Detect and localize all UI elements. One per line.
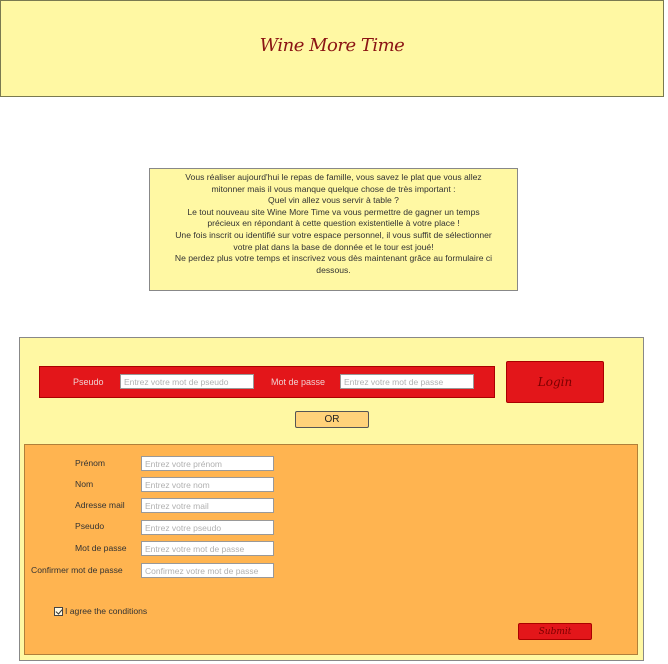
intro-line: Vous réaliser aujourd'hui le repas de fa… xyxy=(185,172,482,182)
pseudo-label: Pseudo xyxy=(75,521,105,531)
intro-line: Une fois inscrit ou identifié sur votre … xyxy=(175,229,492,240)
signup-form: Prénom Nom Adresse mail Pseudo Mot de pa… xyxy=(24,444,638,655)
site-header: Wine More Time xyxy=(0,0,664,97)
firstname-label: Prénom xyxy=(75,458,106,468)
login-password-input[interactable] xyxy=(340,374,474,389)
or-button[interactable]: OR xyxy=(295,411,369,428)
lastname-field[interactable] xyxy=(141,477,274,492)
login-bar: Pseudo Mot de passe xyxy=(39,366,495,398)
firstname-field[interactable] xyxy=(141,456,274,471)
email-field[interactable] xyxy=(141,498,274,513)
intro-line: Ne perdez plus votre temps et inscrivez … xyxy=(174,253,493,264)
intro-line: Quel vin allez vous servir à table ? xyxy=(268,195,399,206)
site-title: Wine More Time xyxy=(259,35,405,56)
password-label: Mot de passe xyxy=(75,543,127,553)
password-field[interactable] xyxy=(141,541,274,556)
intro-line: mitonner mais il vous manque quelque cho… xyxy=(211,183,456,194)
login-pseudo-label: Pseudo xyxy=(73,377,104,387)
intro-line: précieux en répondant à cette question e… xyxy=(207,218,460,229)
login-password-label: Mot de passe xyxy=(271,377,326,387)
intro-line: votre plat dans la base de donnée et le … xyxy=(233,241,434,252)
confirm-password-field[interactable] xyxy=(141,563,274,578)
intro-line: Le tout nouveau site Wine More Time va v… xyxy=(187,206,480,217)
submit-button[interactable]: Submit xyxy=(518,623,592,640)
agree-checkbox[interactable] xyxy=(54,606,63,616)
confirm-password-label: Confirmer mot de passe xyxy=(31,565,123,575)
intro-text-box: Vous réaliser aujourd'hui le repas de fa… xyxy=(149,168,518,291)
agree-conditions[interactable]: I agree the conditions xyxy=(54,606,147,616)
email-label: Adresse mail xyxy=(75,500,125,510)
login-pseudo-input[interactable] xyxy=(120,374,254,389)
pseudo-field[interactable] xyxy=(141,520,274,535)
login-button[interactable]: Login xyxy=(506,361,604,403)
intro-line: dessous. xyxy=(316,264,351,275)
lastname-label: Nom xyxy=(75,479,94,489)
account-panel: Pseudo Mot de passe Login OR Prénom Nom … xyxy=(19,337,644,661)
agree-label: I agree the conditions xyxy=(65,606,148,616)
